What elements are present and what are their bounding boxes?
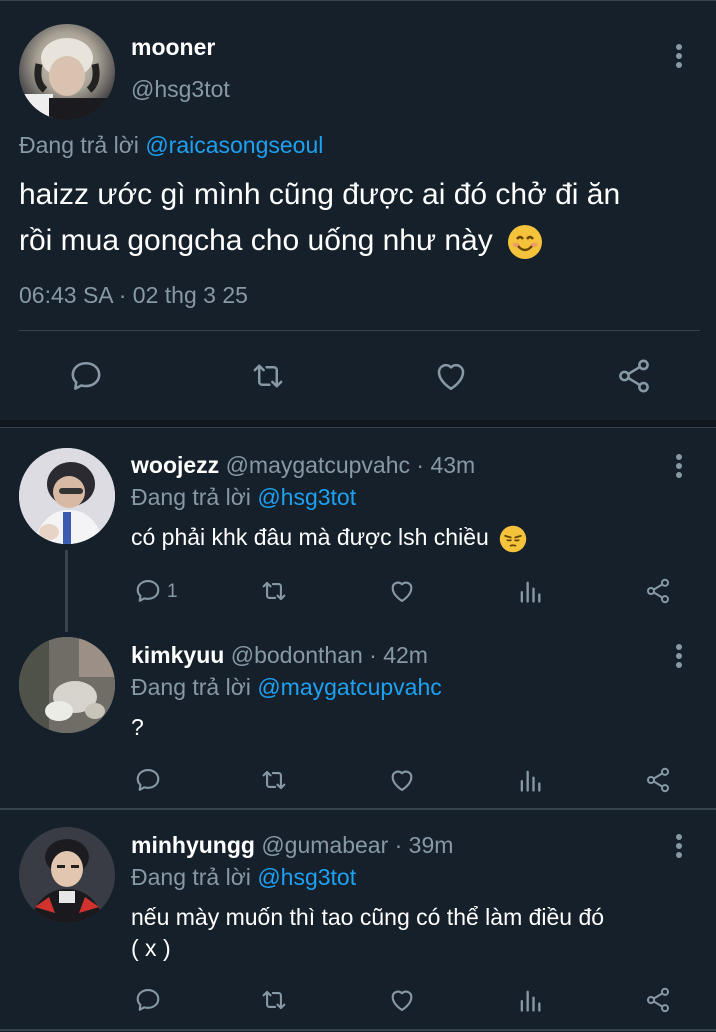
reply-count: 1 [167,581,178,602]
author-name[interactable]: kimkyuu [131,642,224,668]
reply-text: ? [131,714,144,740]
like-icon[interactable] [382,760,422,800]
replying-to: Đang trả lời @raicasongseoul [19,132,323,159]
analytics-icon[interactable] [510,760,550,800]
smile-emoji-icon [507,224,543,260]
reply-icon[interactable] [128,571,168,611]
tweet-text: haizz ước gì mình cũng được ai đó chở đi… [19,172,699,264]
like-icon[interactable] [382,980,422,1020]
author-name[interactable]: woojezz [131,452,219,478]
avatar-kimkyuu[interactable] [19,637,115,733]
reply-divider [0,808,716,810]
avatar-image [19,448,115,544]
share-icon[interactable] [638,571,678,611]
avatar-image [23,38,109,120]
replying-to-link[interactable]: @hsg3tot [257,864,356,890]
replying-to-link[interactable]: @hsg3tot [257,484,356,510]
pensive-emoji-icon [499,525,527,553]
tweet-text-line1: haizz ước gì mình cũng được ai đó chở đi… [19,178,621,211]
retweet-icon[interactable] [254,760,294,800]
reply-icon[interactable] [128,760,168,800]
top-divider [0,0,716,1]
author-handle-time[interactable]: @bodonthan · 42m [231,642,428,668]
retweet-icon[interactable] [254,571,294,611]
tweet-stats-divider [19,330,700,331]
tweet-timestamp: 06:43 SA · 02 thg 3 25 [19,282,248,308]
like-icon[interactable] [382,571,422,611]
avatar-image [19,827,115,923]
reply-icon[interactable] [128,980,168,1020]
replying-prefix: Đang trả lời [19,132,146,158]
avatar-mooner[interactable] [19,24,115,120]
thread-connector-line [65,550,68,632]
reply-text: có phải khk đâu mà được lsh chiều [131,522,527,553]
more-options-icon[interactable] [674,834,684,862]
avatar-woojezz[interactable] [19,448,115,544]
reply-icon[interactable] [66,356,106,396]
reply-text: nếu mày muốn thì tao cũng có thể làm điề… [131,902,701,964]
analytics-icon[interactable] [510,980,550,1020]
share-icon[interactable] [614,356,654,396]
more-options-icon[interactable] [674,454,684,482]
replying-prefix: Đang trả lời [131,484,258,510]
avatar-minhyungg[interactable] [19,827,115,923]
reply-text-line2: ( x ) [131,935,171,961]
author-name[interactable]: minhyungg [131,832,255,858]
tweet-text-line2: rồi mua gongcha cho uống như này [19,224,493,257]
reply-header: minhyungg @gumabear · 39m [131,832,453,859]
replying-prefix: Đang trả lời [131,674,258,700]
author-name[interactable]: mooner [131,34,215,61]
retweet-icon[interactable] [254,980,294,1020]
share-icon[interactable] [638,760,678,800]
replying-to: Đang trả lời @hsg3tot [131,484,356,511]
reply-text-content: có phải khk đâu mà được lsh chiều [131,524,489,550]
author-handle-time[interactable]: @maygatcupvahc · 43m [226,452,476,478]
section-divider-line [0,427,716,428]
replying-to: Đang trả lời @maygatcupvahc [131,674,442,701]
reply-header: woojezz @maygatcupvahc · 43m [131,452,475,479]
replying-prefix: Đang trả lời [131,864,258,890]
replying-to-link[interactable]: @raicasongseoul [145,132,323,158]
author-handle-time[interactable]: @gumabear · 39m [261,832,453,858]
reply-text-line1: nếu mày muốn thì tao cũng có thể làm điề… [131,904,605,930]
retweet-icon[interactable] [248,356,288,396]
analytics-icon[interactable] [510,571,550,611]
reply-header: kimkyuu @bodonthan · 42m [131,642,428,669]
share-icon[interactable] [638,980,678,1020]
bottom-divider [0,1029,716,1031]
author-handle[interactable]: @hsg3tot [131,76,230,103]
avatar-image [19,637,115,733]
more-options-icon[interactable] [674,644,684,672]
more-options-icon[interactable] [674,44,684,72]
replying-to: Đang trả lời @hsg3tot [131,864,356,891]
like-icon[interactable] [431,356,471,396]
replying-to-link[interactable]: @maygatcupvahc [257,674,441,700]
